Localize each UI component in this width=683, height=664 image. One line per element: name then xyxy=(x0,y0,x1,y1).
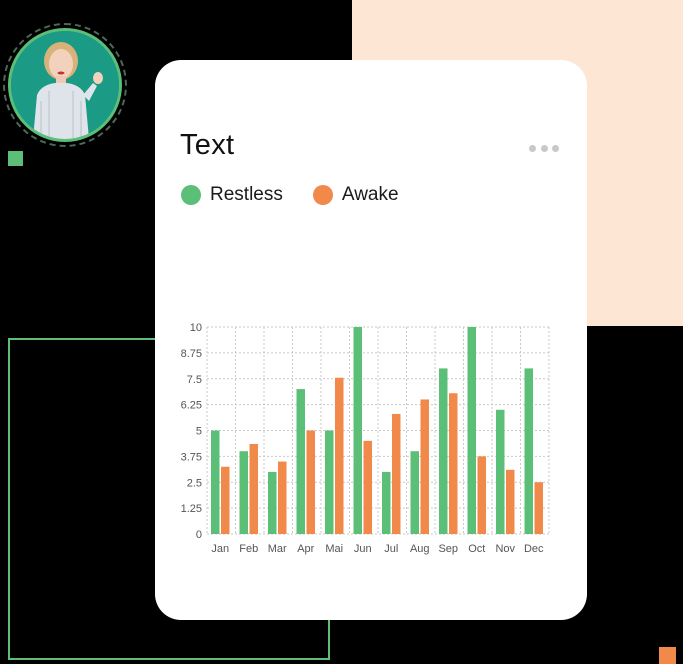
bar-awake-feb xyxy=(249,443,258,534)
x-tick-label: Jun xyxy=(354,543,372,555)
x-tick-label: Mai xyxy=(325,543,343,555)
bar-chart: 10 8.75 7.5 6.25 5 3.75 2.5 1.25 0 Jan Feb Mar Apr Ma… xyxy=(181,322,550,555)
bar-restless-feb xyxy=(239,451,248,534)
bar-awake-nov xyxy=(506,469,515,534)
bar-restless-apr xyxy=(296,389,305,534)
bar-awake-dec xyxy=(534,482,543,534)
bar-restless-jun xyxy=(353,327,362,534)
bar-awake-jan xyxy=(221,466,230,534)
x-tick-label: Mar xyxy=(268,543,287,555)
bar-restless-jan xyxy=(211,430,220,534)
bar-awake-apr xyxy=(306,430,315,534)
x-tick-label: Jul xyxy=(384,543,398,555)
x-tick-label: Oct xyxy=(468,543,485,555)
bar-restless-sep xyxy=(439,368,448,534)
y-tick-label: 10 xyxy=(190,322,202,334)
bar-restless-nov xyxy=(496,409,505,534)
avatar xyxy=(8,28,122,142)
chart-card: Text Restless Awake 10 8.75 7.5 6.25 5 3.75 2.… xyxy=(155,60,587,620)
bar-restless-mar xyxy=(268,471,277,534)
x-tick-label: Aug xyxy=(410,543,430,555)
y-tick-label: 3.75 xyxy=(181,451,202,463)
orange-square-decor xyxy=(659,647,676,664)
bar-awake-mai xyxy=(335,377,344,534)
y-tick-label: 2.5 xyxy=(187,477,202,489)
y-tick-label: 8.75 xyxy=(181,348,202,360)
bar-restless-aug xyxy=(410,451,419,534)
y-tick-label: 6.25 xyxy=(181,400,202,412)
bar-awake-jun xyxy=(363,440,372,534)
x-tick-label: Feb xyxy=(239,543,258,555)
y-tick-label: 0 xyxy=(196,529,202,541)
bar-awake-mar xyxy=(278,461,287,534)
green-square-decor xyxy=(8,151,23,166)
bar-restless-jul xyxy=(382,471,391,534)
bar-awake-oct xyxy=(477,456,486,534)
bar-restless-oct xyxy=(467,327,476,534)
bar-awake-jul xyxy=(392,413,401,534)
y-tick-label: 5 xyxy=(196,426,202,438)
x-tick-label: Dec xyxy=(524,543,544,555)
x-tick-label: Sep xyxy=(438,543,458,555)
person-illustration xyxy=(11,31,119,139)
x-tick-label: Jan xyxy=(211,543,229,555)
bar-awake-sep xyxy=(449,393,458,534)
y-tick-label: 1.25 xyxy=(181,503,202,515)
y-tick-label: 7.5 xyxy=(187,374,202,386)
bar-restless-mai xyxy=(325,430,334,534)
x-tick-label: Nov xyxy=(495,543,515,555)
bar-awake-aug xyxy=(420,399,429,534)
bar-restless-dec xyxy=(524,368,533,534)
x-tick-label: Apr xyxy=(297,543,314,555)
